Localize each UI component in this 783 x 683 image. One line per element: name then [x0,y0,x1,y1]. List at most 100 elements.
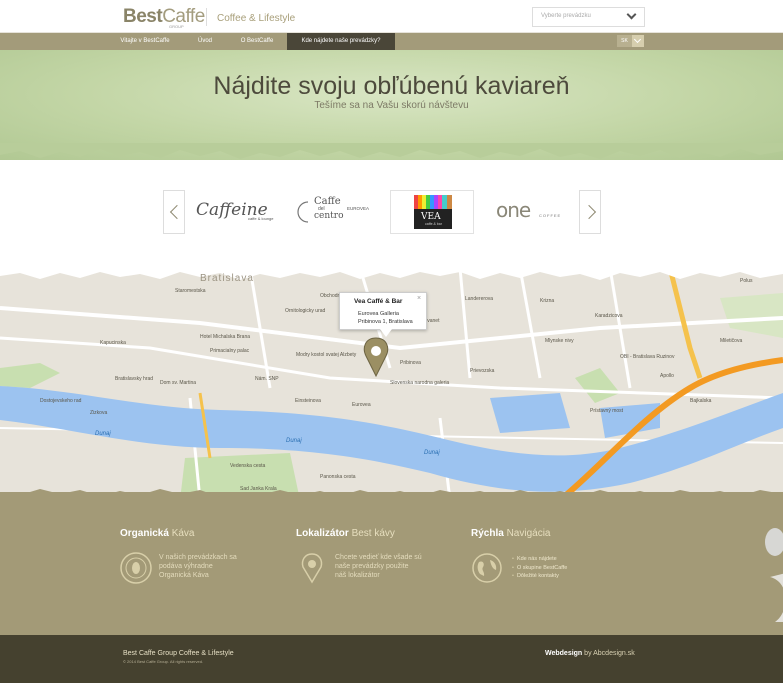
map-label: Eurovea [352,402,371,408]
map-label: Dom sv. Martina [160,380,197,386]
footer-col2-title-light: Best kávy [351,528,395,539]
brand-centro-eurovea: EUROVEA [347,206,370,211]
map-label: Krizna [540,298,555,304]
popup-title: Vea Caffé & Bar [354,298,403,305]
header: BestCaffe GROUP Coffee & Lifestyle Vyber… [0,0,783,33]
footer-col1-text: V našich prevádzkach sa podáva výhradne … [159,553,237,580]
quick-nav-link[interactable]: Dôležité kontakty [512,572,567,581]
nav-item-home[interactable]: Úvod [190,33,220,50]
map-label: Dostojevskeho rad [40,398,82,404]
logo[interactable]: BestCaffe [123,6,205,28]
spoon-decoration-icon [765,528,783,622]
tagline: Coffee & Lifestyle [217,13,296,24]
brand-vea-sub: caffe & bar [425,222,442,226]
map-label: Apollo [660,373,674,379]
logo-best: Best [123,6,163,27]
copyright-sub: © 2014 Best Caffe Group. All rights rese… [123,659,204,664]
carousel-next-button[interactable] [579,190,601,234]
footer-col2-title-strong: Lokalizátor [296,528,349,539]
footer-col3-title-strong: Rýchla [471,528,504,539]
footer-col3-title-light: Navigácia [506,528,551,539]
chevron-left-icon [169,204,185,220]
map-label: Mlynske nivy [545,338,574,344]
brand-centro-centro: centro [314,211,344,221]
footer-col1-title-strong: Organická [120,528,169,539]
map-label: Panonska cesta [320,474,356,480]
footer-col2-text[interactable]: Chcete vedieť kde všade sú naše prevádzk… [335,553,422,580]
map-label: Bajkalska [690,398,712,404]
map-label: Slovenska narodna galeria [390,380,450,386]
popup-address-line2: Pribinova 1, Bratislava [358,319,413,325]
brand-vea-logo[interactable]: VEA caffe & bar [390,190,474,234]
globe-icon [472,553,502,583]
language-chevron-icon[interactable] [632,35,644,47]
webdesign-credit[interactable]: Webdesign by Abcdesign.sk [545,650,635,657]
brand-caffeine-sub: caffe & lounge [248,216,274,221]
location-pin-icon [301,553,323,584]
footer-col1-line: Organická Káva [159,572,209,579]
map-label: Karadzicova [595,313,623,319]
footer-col3-title: Rýchla Navigácia [471,528,551,539]
quick-nav-list: Kde nás nájdete O skupine BestCaffe Dôle… [512,555,567,581]
map-label: Einsteinova [295,398,321,404]
hero-subtitle: Tešíme sa na Vašu skorú návštevu [314,100,469,111]
map-label: Primacialny palac [210,348,250,354]
brand-vea-text: VEA [421,212,441,222]
brand-one-logo[interactable]: one COFFEE [490,190,570,234]
credit-label: Webdesign [545,650,583,657]
torn-paper-edge [0,143,783,159]
carousel-prev-button[interactable] [163,190,185,234]
map-label: Landererova [465,296,494,302]
map-label: OBI - Bratislava Ruzinov [620,354,675,360]
footer-col2-line: naše prevádzky použite [335,563,409,570]
map-label: Staromestska [175,288,206,294]
footer-col1-title-light: Káva [171,528,195,539]
chevron-down-icon [626,9,637,20]
location-select[interactable]: Vyberte prevádzku [532,7,645,27]
map-label: Pribinova [400,360,421,366]
footer-col1-title: Organická Káva [120,528,195,539]
brand-one-text: one [496,198,531,222]
map-label: Bratislavsky hrad [115,376,154,382]
map-label: Prístavný most [590,408,624,414]
footer-torn-edge [0,489,783,500]
nav-item-about[interactable]: O BestCaffe [232,33,282,50]
popup-address-line1: Eurovea Galleria [358,311,399,317]
river-label: Dunaj [95,431,111,437]
language-select[interactable]: SK [617,35,632,47]
brand-one-sub: COFFEE [539,213,562,218]
river-label: Dunaj [424,450,440,456]
footer-bottom-bar [0,635,783,683]
quick-nav-link[interactable]: O skupine BestCaffe [512,564,567,573]
map-label: Polus [740,278,753,284]
map-label: Zizkova [90,410,108,416]
map-info-popup: Vea Caffé & Bar Eurovea Galleria Pribino… [339,292,427,330]
river-label: Dunaj [286,438,302,444]
organic-coffee-icon [120,552,152,584]
chevron-right-icon [581,204,597,220]
logo-sub: GROUP [169,24,184,29]
map-label: Miletičova [720,338,743,344]
copyright-title: Best Caffe Group Coffee & Lifestyle [123,650,234,657]
popup-close-button[interactable]: × [417,295,421,302]
map-label: Modry kostol svatej Alzbety [296,352,357,358]
nav-item-welcome[interactable]: Vitajte v BestCaffe [112,33,178,50]
map-label: Kapucinska [100,340,126,346]
footer-col2-title: Lokalizátor Best kávy [296,528,395,539]
map-label: Hotel Michalska Brana [200,334,251,340]
map-top-torn-edge [0,268,783,280]
popup-tail [380,329,392,337]
map-city-label: Bratislava [200,273,254,284]
map-label: Nám. SNP [255,376,279,382]
footer-col2-line: Chcete vedieť kde všade sú [335,554,422,561]
credit-by: by Abcdesign.sk [584,650,635,657]
brand-centro-logo[interactable]: Caffe del centro EUROVEA [294,190,379,234]
footer-col1-line: V našich prevádzkach sa [159,554,237,561]
tagline-divider [206,8,207,26]
hero-title: Nájdite svoju obľúbenú kaviareň [213,72,570,100]
nav-item-locations[interactable]: Kde nájdete naše prevádzky? [287,33,395,50]
quick-nav-link[interactable]: Kde nás nájdete [512,555,567,564]
map-label: Vedenska cesta [230,463,266,469]
map-label: Prievozska [470,368,495,374]
brand-caffeine-logo[interactable]: Caffeine caffe & lounge [196,190,286,234]
